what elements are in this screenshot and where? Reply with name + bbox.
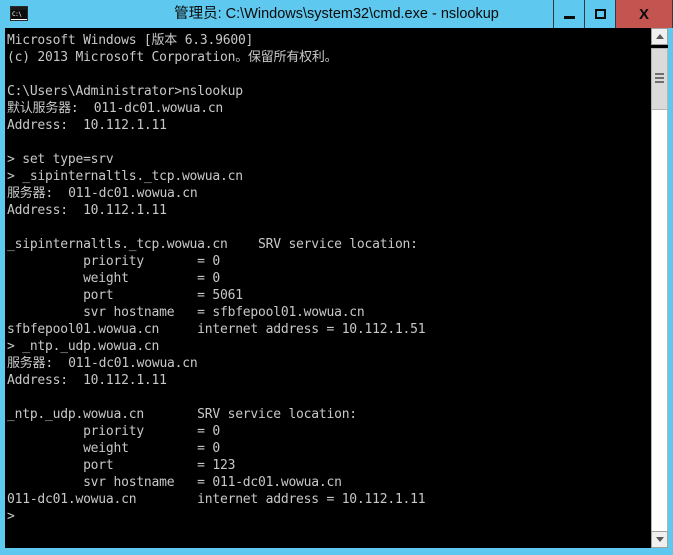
console-line: weight = 0: [7, 441, 220, 456]
console-line: Address: 10.112.1.11: [7, 118, 167, 133]
close-button[interactable]: X: [615, 0, 673, 28]
console-line: sfbfepool01.wowua.cn internet address = …: [7, 322, 426, 337]
command-prompt-window: C:\ 管理员: C:\Windows\system32\cmd.exe - n…: [0, 0, 673, 555]
scroll-down-button[interactable]: [651, 531, 668, 548]
console-line: C:\Users\Administrator>nslookup: [7, 84, 243, 99]
window-controls: X: [553, 0, 673, 28]
console-line: _sipinternaltls._tcp.wowua.cn SRV servic…: [7, 237, 418, 252]
console-line: priority = 0: [7, 254, 220, 269]
scroll-up-button[interactable]: [651, 28, 668, 45]
console-line: > _ntp._udp.wowua.cn: [7, 339, 160, 354]
console-line: 服务器: 011-dc01.wowua.cn: [7, 356, 198, 371]
console-line: > _sipinternaltls._tcp.wowua.cn: [7, 169, 243, 184]
console-line: weight = 0: [7, 271, 220, 286]
console-line: 服务器: 011-dc01.wowua.cn: [7, 186, 198, 201]
vertical-scrollbar[interactable]: [651, 28, 668, 548]
chevron-down-icon: [655, 537, 664, 542]
console-line: port = 5061: [7, 288, 243, 303]
console-line: svr hostname = 011-dc01.wowua.cn: [7, 475, 342, 490]
scrollbar-grip-icon: [655, 73, 664, 85]
console-line: 011-dc01.wowua.cn internet address = 10.…: [7, 492, 426, 507]
console-line: (c) 2013 Microsoft Corporation。保留所有权利。: [7, 50, 338, 65]
console-output[interactable]: Microsoft Windows [版本 6.3.9600] (c) 2013 …: [5, 28, 651, 548]
maximize-button[interactable]: [584, 0, 615, 28]
console-line: priority = 0: [7, 424, 220, 439]
window-body: Microsoft Windows [版本 6.3.9600] (c) 2013 …: [0, 28, 673, 555]
scrollbar-track-bottom[interactable]: [651, 110, 668, 531]
minimize-icon: [563, 15, 575, 19]
cmd-icon-text: C:\: [11, 10, 27, 19]
chevron-up-icon: [655, 34, 664, 39]
title-bar[interactable]: C:\ 管理员: C:\Windows\system32\cmd.exe - n…: [0, 0, 673, 28]
console-line: 默认服务器: 011-dc01.wowua.cn: [7, 101, 224, 116]
console-line: Microsoft Windows [版本 6.3.9600]: [7, 33, 254, 48]
maximize-icon: [594, 9, 606, 19]
close-icon: X: [638, 5, 649, 23]
scrollbar-thumb[interactable]: [651, 48, 668, 110]
cmd-icon: C:\: [8, 5, 30, 23]
console-line: > set type=srv: [7, 152, 114, 167]
console-line: _ntp._udp.wowua.cn SRV service location:: [7, 407, 357, 422]
console-line: Address: 10.112.1.11: [7, 373, 167, 388]
minimize-button[interactable]: [553, 0, 584, 28]
console-line: Address: 10.112.1.11: [7, 203, 167, 218]
console-line: svr hostname = sfbfepool01.wowua.cn: [7, 305, 365, 320]
console-line: >: [7, 509, 15, 524]
console-line: port = 123: [7, 458, 236, 473]
